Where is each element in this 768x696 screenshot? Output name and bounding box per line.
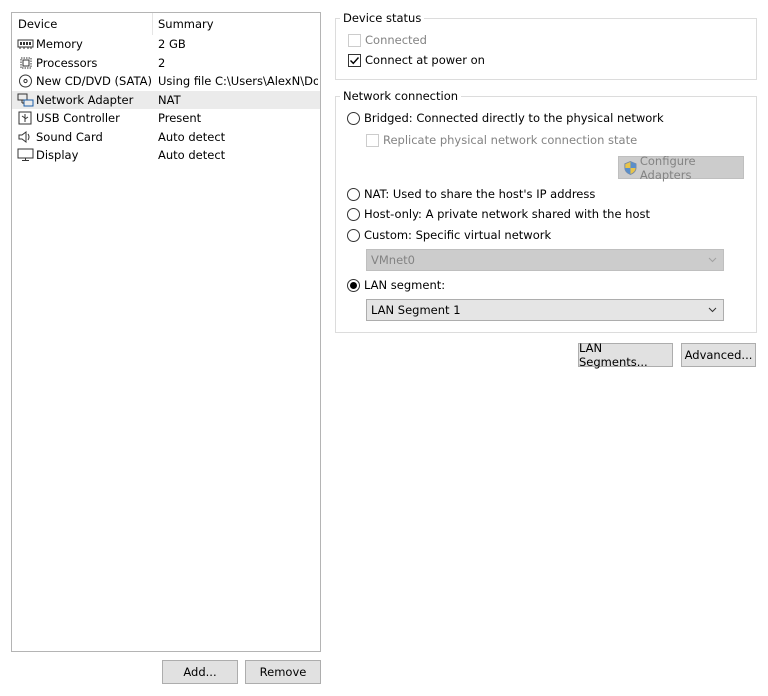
- nat-radio[interactable]: [347, 187, 360, 201]
- nat-option[interactable]: NAT: Used to share the host's IP address: [347, 187, 595, 201]
- network-adapter-icon: [17, 93, 34, 107]
- lan-segment-label: LAN segment:: [364, 278, 446, 292]
- replicate-label: Replicate physical network connection st…: [383, 133, 638, 147]
- configure-adapters-button[interactable]: Configure Adapters: [618, 153, 744, 182]
- column-header-summary[interactable]: Summary: [158, 17, 214, 31]
- bridged-radio[interactable]: [347, 111, 360, 125]
- configure-adapters-label: Configure Adapters: [639, 153, 696, 182]
- connect-at-power-on-option[interactable]: Connect at power on: [348, 53, 485, 67]
- replicate-option[interactable]: Replicate physical network connection st…: [366, 133, 637, 147]
- custom-radio[interactable]: [347, 228, 360, 242]
- device-name: Sound Card: [36, 129, 103, 144]
- device-row-sound-card[interactable]: Sound Card Auto detect: [12, 128, 320, 147]
- device-summary: Present: [158, 111, 202, 125]
- connect-at-power-on-checkbox[interactable]: [348, 53, 361, 67]
- device-name: Network Adapter: [36, 92, 134, 107]
- device-row-network-adapter[interactable]: Network Adapter NAT: [12, 90, 320, 109]
- host-only-radio[interactable]: [347, 207, 360, 221]
- lan-segment-select[interactable]: LAN Segment 1: [366, 299, 724, 321]
- device-list-header: Device Summary: [12, 13, 320, 35]
- lan-segment-value: LAN Segment 1: [371, 303, 461, 317]
- connected-checkbox[interactable]: [348, 33, 361, 47]
- usb-icon: [17, 111, 34, 125]
- device-name: Display: [36, 148, 79, 162]
- column-divider[interactable]: [152, 13, 153, 35]
- cd-dvd-icon: [17, 74, 34, 88]
- device-status-title: Device status: [340, 11, 425, 25]
- connect-at-power-on-label: Connect at power on: [365, 53, 485, 67]
- device-list[interactable]: Device Summary Memory 2 GB Processors 2 …: [11, 12, 321, 652]
- speaker-icon: [17, 130, 34, 144]
- device-row-usb-controller[interactable]: USB Controller Present: [12, 109, 320, 128]
- checkmark-icon: [350, 56, 360, 64]
- add-button[interactable]: Add...: [162, 660, 238, 684]
- bridged-option[interactable]: Bridged: Connected directly to the physi…: [347, 111, 664, 125]
- custom-network-value: VMnet0: [371, 253, 415, 267]
- device-summary: NAT: [158, 92, 181, 107]
- remove-button[interactable]: Remove: [245, 660, 321, 684]
- custom-option[interactable]: Custom: Specific virtual network: [347, 228, 551, 242]
- replicate-checkbox[interactable]: [366, 133, 379, 147]
- column-header-device[interactable]: Device: [18, 17, 57, 31]
- connected-label: Connected: [365, 33, 427, 47]
- device-name: New CD/DVD (SATA): [36, 74, 152, 88]
- shield-icon: [624, 160, 637, 175]
- custom-network-select[interactable]: VMnet0: [366, 249, 724, 271]
- processor-icon: [17, 56, 34, 70]
- connected-option[interactable]: Connected: [348, 33, 427, 47]
- chevron-down-icon: [708, 307, 717, 313]
- device-summary: Auto detect: [158, 129, 226, 144]
- device-row-display[interactable]: Display Auto detect: [12, 146, 320, 165]
- lan-segment-radio[interactable]: [347, 278, 360, 292]
- custom-label: Custom: Specific virtual network: [364, 228, 552, 242]
- chevron-down-icon: [708, 257, 717, 263]
- device-summary: Using file C:\Users\AlexN\Do...: [158, 74, 318, 88]
- device-row-cd-dvd[interactable]: New CD/DVD (SATA) Using file C:\Users\Al…: [12, 72, 320, 91]
- nat-label: NAT: Used to share the host's IP address: [364, 187, 596, 201]
- lan-segment-option[interactable]: LAN segment:: [347, 278, 445, 292]
- network-connection-title: Network connection: [340, 89, 462, 103]
- advanced-button[interactable]: Advanced...: [681, 343, 756, 367]
- device-status-group: [335, 18, 757, 80]
- bridged-label: Bridged: Connected directly to the physi…: [364, 111, 664, 125]
- device-summary: Auto detect: [158, 148, 226, 162]
- memory-icon: [17, 37, 34, 51]
- device-name: Memory: [36, 37, 83, 51]
- device-row-memory[interactable]: Memory 2 GB: [12, 35, 320, 54]
- device-summary: 2: [158, 55, 166, 70]
- host-only-label: Host-only: A private network shared with…: [364, 207, 651, 221]
- display-icon: [17, 148, 34, 162]
- device-name: USB Controller: [36, 111, 120, 125]
- device-name: Processors: [36, 55, 98, 70]
- lan-segments-button[interactable]: LAN Segments...: [578, 341, 673, 369]
- host-only-option[interactable]: Host-only: A private network shared with…: [347, 207, 650, 221]
- device-row-processors[interactable]: Processors 2: [12, 54, 320, 73]
- device-summary: 2 GB: [158, 37, 186, 51]
